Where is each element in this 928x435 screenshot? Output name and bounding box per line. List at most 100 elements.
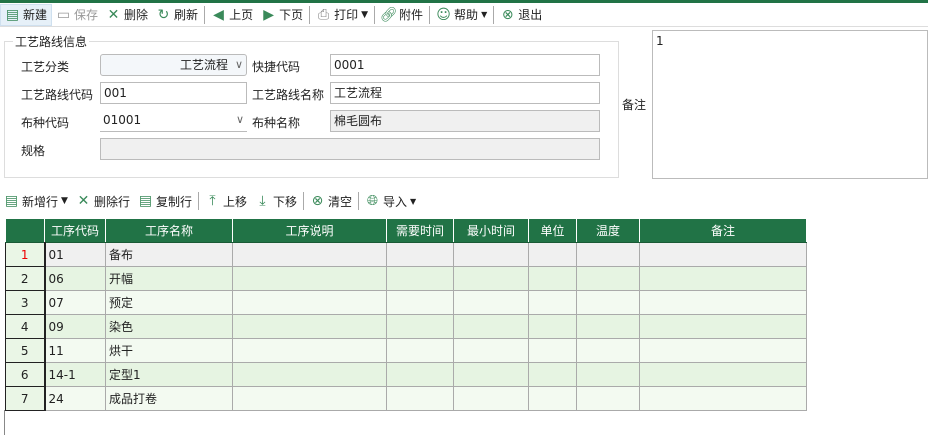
- fabric-code-select[interactable]: 01001 ∨: [100, 110, 247, 132]
- cell-unit[interactable]: [528, 314, 577, 339]
- fabric-name-input[interactable]: 棉毛圆布: [330, 110, 600, 132]
- cell-remark[interactable]: [639, 242, 807, 267]
- row-number[interactable]: 5: [5, 338, 46, 363]
- table-row[interactable]: 4 09 染色: [5, 314, 807, 339]
- add-row-button[interactable]: ▤ 新增行 ▼: [0, 190, 72, 212]
- cell-min-time[interactable]: [453, 386, 529, 411]
- cell-min-time[interactable]: [453, 242, 529, 267]
- cell-name[interactable]: 开幅: [105, 266, 233, 291]
- cell-min-time[interactable]: [453, 290, 529, 315]
- cell-remark[interactable]: [639, 266, 807, 291]
- cell-remark[interactable]: [639, 338, 807, 363]
- row-number[interactable]: 7: [5, 386, 46, 411]
- cell-required-time[interactable]: [386, 266, 454, 291]
- cell-temperature[interactable]: [576, 266, 640, 291]
- cell-unit[interactable]: [528, 242, 577, 267]
- help-button[interactable]: ☺ 帮助 ▼: [432, 4, 491, 26]
- col-required-time[interactable]: 需要时间: [386, 218, 454, 243]
- cell-code[interactable]: 24: [44, 386, 106, 411]
- cell-code[interactable]: 11: [44, 338, 106, 363]
- cell-required-time[interactable]: [386, 290, 454, 315]
- cell-desc[interactable]: [232, 362, 387, 387]
- cell-unit[interactable]: [528, 386, 577, 411]
- col-remark[interactable]: 备注: [639, 218, 807, 243]
- cell-temperature[interactable]: [576, 314, 640, 339]
- col-code[interactable]: 工序代码: [44, 218, 106, 243]
- table-row[interactable]: 1 01 备布: [5, 242, 807, 267]
- move-down-button[interactable]: ⤓ 下移: [251, 190, 301, 212]
- cell-desc[interactable]: [232, 290, 387, 315]
- cell-min-time[interactable]: [453, 266, 529, 291]
- cell-code[interactable]: 14-1: [44, 362, 106, 387]
- cell-min-time[interactable]: [453, 362, 529, 387]
- table-row[interactable]: 7 24 成品打卷: [5, 386, 807, 411]
- row-number[interactable]: 2: [5, 266, 46, 291]
- cell-name[interactable]: 预定: [105, 290, 233, 315]
- new-button[interactable]: ▤ 新建: [0, 3, 53, 26]
- cell-temperature[interactable]: [576, 242, 640, 267]
- cell-desc[interactable]: [232, 386, 387, 411]
- col-desc[interactable]: 工序说明: [232, 218, 387, 243]
- col-min-time[interactable]: 最小时间: [453, 218, 529, 243]
- delete-button[interactable]: ✕ 删除: [102, 4, 152, 26]
- table-row[interactable]: 3 07 预定: [5, 290, 807, 315]
- cell-required-time[interactable]: [386, 386, 454, 411]
- cell-unit[interactable]: [528, 338, 577, 363]
- cell-min-time[interactable]: [453, 314, 529, 339]
- spec-input[interactable]: [100, 138, 600, 160]
- cell-remark[interactable]: [639, 386, 807, 411]
- shortcode-input[interactable]: 0001: [330, 54, 600, 76]
- cell-desc[interactable]: [232, 266, 387, 291]
- col-temperature[interactable]: 温度: [576, 218, 640, 243]
- col-unit[interactable]: 单位: [528, 218, 577, 243]
- table-row[interactable]: 6 14-1 定型1: [5, 362, 807, 387]
- move-up-button[interactable]: ⤒ 上移: [201, 190, 251, 212]
- prev-page-button[interactable]: ◀ 上页: [207, 4, 257, 26]
- clear-button[interactable]: ⊗ 清空: [306, 190, 356, 212]
- cell-temperature[interactable]: [576, 338, 640, 363]
- print-button[interactable]: ⎙ 打印 ▼: [312, 4, 372, 26]
- cell-temperature[interactable]: [576, 290, 640, 315]
- cell-desc[interactable]: [232, 314, 387, 339]
- cell-name[interactable]: 烘干: [105, 338, 233, 363]
- cell-required-time[interactable]: [386, 362, 454, 387]
- copy-row-button[interactable]: ▤ 复制行: [134, 190, 196, 212]
- cell-required-time[interactable]: [386, 338, 454, 363]
- cell-desc[interactable]: [232, 338, 387, 363]
- row-number[interactable]: 6: [5, 362, 46, 387]
- cell-code[interactable]: 01: [44, 242, 106, 267]
- cell-name[interactable]: 成品打卷: [105, 386, 233, 411]
- route-code-input[interactable]: 001: [100, 82, 247, 104]
- route-name-input[interactable]: 工艺流程: [330, 82, 600, 104]
- cell-name[interactable]: 染色: [105, 314, 233, 339]
- cell-code[interactable]: 07: [44, 290, 106, 315]
- cell-remark[interactable]: [639, 362, 807, 387]
- next-page-button[interactable]: ▶ 下页: [257, 4, 307, 26]
- cell-remark[interactable]: [639, 290, 807, 315]
- table-row[interactable]: 2 06 开幅: [5, 266, 807, 291]
- remark-textarea[interactable]: 1: [652, 30, 928, 179]
- exit-button[interactable]: ⊗ 退出: [496, 4, 546, 26]
- cell-temperature[interactable]: [576, 362, 640, 387]
- cell-code[interactable]: 09: [44, 314, 106, 339]
- col-name[interactable]: 工序名称: [105, 218, 233, 243]
- cell-name[interactable]: 备布: [105, 242, 233, 267]
- cell-unit[interactable]: [528, 362, 577, 387]
- cell-code[interactable]: 06: [44, 266, 106, 291]
- cell-required-time[interactable]: [386, 242, 454, 267]
- cell-remark[interactable]: [639, 314, 807, 339]
- cell-desc[interactable]: [232, 242, 387, 267]
- cell-unit[interactable]: [528, 266, 577, 291]
- cell-min-time[interactable]: [453, 338, 529, 363]
- row-number[interactable]: 4: [5, 314, 46, 339]
- table-row[interactable]: 5 11 烘干: [5, 338, 807, 363]
- cell-required-time[interactable]: [386, 314, 454, 339]
- row-number[interactable]: 3: [5, 290, 46, 315]
- cell-temperature[interactable]: [576, 386, 640, 411]
- category-select[interactable]: 工艺流程 ∨: [100, 54, 247, 76]
- attachment-button[interactable]: 🔗︎ 附件: [377, 4, 427, 26]
- cell-name[interactable]: 定型1: [105, 362, 233, 387]
- save-button[interactable]: ▭ 保存: [52, 4, 102, 26]
- import-button[interactable]: 🌐︎ 导入 ▼: [361, 190, 420, 212]
- delete-row-button[interactable]: ✕ 删除行: [72, 190, 134, 212]
